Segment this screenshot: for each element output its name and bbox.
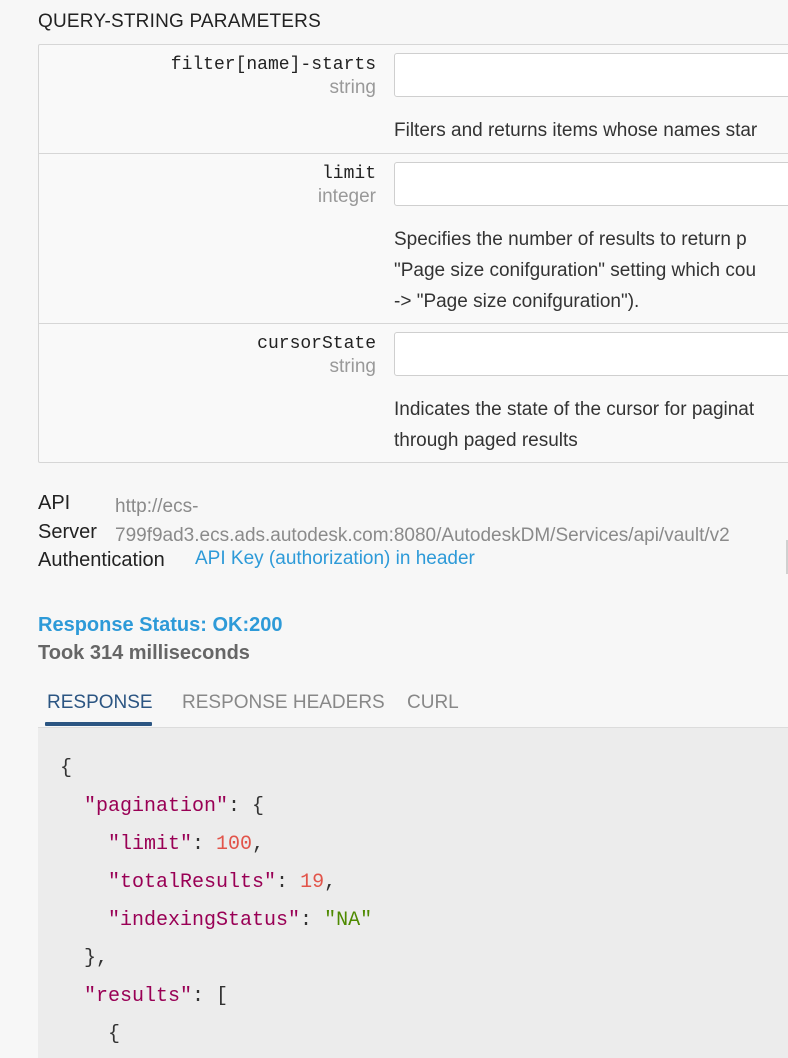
param-row-filter-name-starts: filter[name]-starts string Filters and r… xyxy=(39,45,788,153)
auth-link[interactable]: API Key (authorization) in header xyxy=(195,548,475,570)
param-type: string xyxy=(329,77,376,98)
tab-response-headers[interactable]: RESPONSE HEADERS xyxy=(182,692,385,714)
param-description: Filters and returns items whose names st… xyxy=(394,120,758,141)
response-body: { "pagination": { "limit": 100, "totalRe… xyxy=(38,727,788,1058)
json-key-results: "results" xyxy=(84,985,193,1008)
json-key-total-results: "totalResults" xyxy=(108,871,277,894)
param-row-cursor-state: cursorState string Indicates the state o… xyxy=(39,323,788,462)
json-close-object: }, xyxy=(84,947,109,970)
active-tab-indicator xyxy=(45,722,152,726)
param-name: limit xyxy=(321,164,376,184)
param-description: Specifies the number of results to retur… xyxy=(394,229,757,312)
server-label: Server xyxy=(38,521,97,543)
param-type: string xyxy=(329,356,376,377)
response-duration: Took 314 milliseconds xyxy=(38,642,250,664)
param-type: integer xyxy=(317,186,376,207)
query-params-panel: filter[name]-starts string Filters and r… xyxy=(38,44,788,463)
filter-name-starts-input[interactable] xyxy=(394,53,788,97)
api-label: API xyxy=(38,492,71,514)
param-name: filter[name]-starts xyxy=(170,55,376,75)
json-value-indexing-status: "NA" xyxy=(324,909,373,932)
param-row-limit: limit integer Specifies the number of re… xyxy=(39,153,788,324)
response-tabs: RESPONSE RESPONSE HEADERS CURL xyxy=(38,686,788,728)
json-open-item: { xyxy=(108,1023,121,1046)
response-status: Response Status: OK:200 xyxy=(38,614,283,636)
tab-curl[interactable]: CURL xyxy=(407,692,459,714)
json-key-limit: "limit" xyxy=(108,833,193,856)
limit-input[interactable] xyxy=(394,162,788,206)
server-url: http://ecs- 799f9ad3.ecs.ads.autodesk.co… xyxy=(115,496,730,546)
tab-response[interactable]: RESPONSE xyxy=(47,692,153,714)
json-code: { "pagination": { "limit": 100, "totalRe… xyxy=(60,757,373,1046)
cursor-state-input[interactable] xyxy=(394,332,788,376)
query-params-title: QUERY-STRING PARAMETERS xyxy=(38,11,321,32)
authentication-label: Authentication xyxy=(38,549,165,571)
json-value-limit: 100 xyxy=(216,833,253,856)
json-brace: { xyxy=(60,757,73,780)
param-description: Indicates the state of the cursor for pa… xyxy=(394,399,755,451)
json-punct: : [ xyxy=(192,985,229,1008)
json-key-pagination: "pagination" xyxy=(84,795,229,818)
json-punct: : { xyxy=(228,795,265,818)
param-name: cursorState xyxy=(257,334,376,354)
json-key-indexing-status: "indexingStatus" xyxy=(108,909,301,932)
json-value-total-results: 19 xyxy=(300,871,325,894)
